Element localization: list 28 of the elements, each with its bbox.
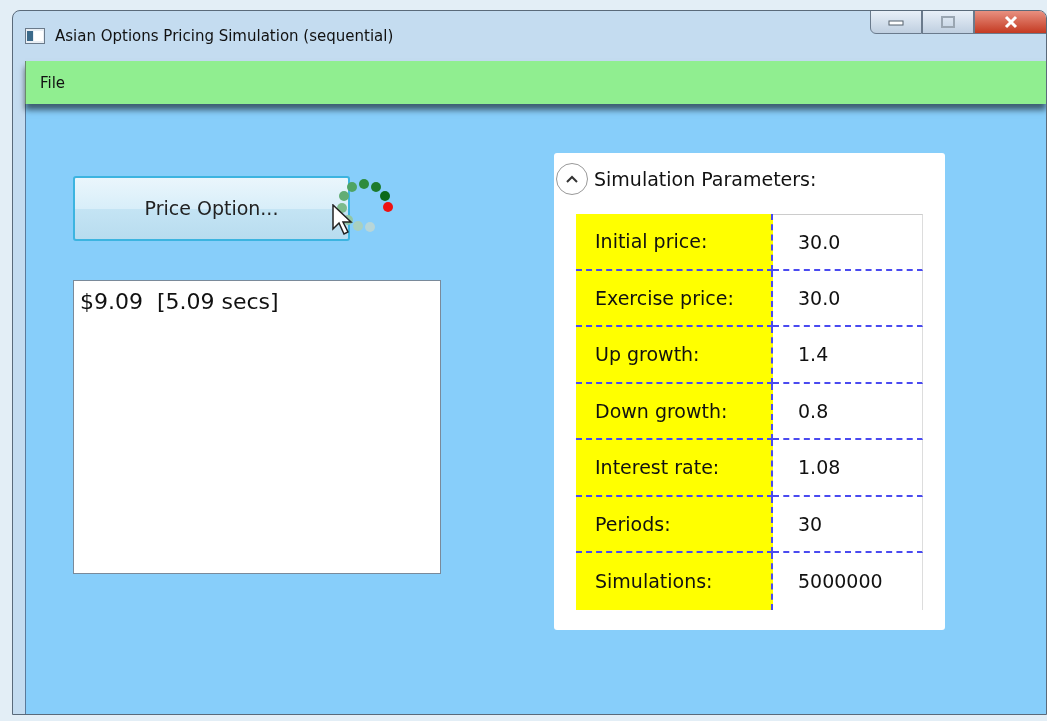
chevron-up-icon: [566, 175, 578, 183]
parameter-label: Up growth:: [576, 327, 773, 384]
mouse-pointer-icon: [332, 204, 354, 236]
parameter-field[interactable]: 30.0: [773, 214, 923, 271]
parameter-label: Down growth:: [576, 383, 773, 440]
close-icon: [1002, 15, 1019, 29]
panel-title: Simulation Parameters:: [594, 168, 817, 190]
menu-item[interactable]: File: [40, 73, 66, 92]
app-icon: [25, 28, 45, 44]
parameter-label: Initial price:: [576, 214, 773, 271]
result-text-box[interactable]: $9.09 [5.09 secs]: [73, 280, 441, 574]
minimize-button[interactable]: [870, 11, 922, 34]
parameter-label: Exercise price:: [576, 270, 773, 327]
parameter-field[interactable]: 0.8: [773, 383, 923, 440]
close-button[interactable]: [974, 11, 1046, 34]
collapse-toggle[interactable]: [556, 163, 588, 195]
maximize-icon: [941, 16, 955, 28]
parameter-field[interactable]: 30: [773, 496, 923, 553]
parameter-field[interactable]: 1.4: [773, 327, 923, 384]
price-option-button[interactable]: Price Option...: [73, 175, 350, 241]
maximize-button[interactable]: [922, 11, 974, 34]
parameter-field[interactable]: 1.08: [773, 440, 923, 497]
parameter-label: Periods:: [576, 496, 773, 553]
window-title: Asian Options Pricing Simulation (sequential): [55, 27, 394, 45]
parameter-field[interactable]: 30.0: [773, 270, 923, 327]
parameter-label: Interest rate:: [576, 440, 773, 497]
parameter-label: Simulations:: [576, 553, 773, 610]
minimize-icon: [888, 18, 904, 26]
